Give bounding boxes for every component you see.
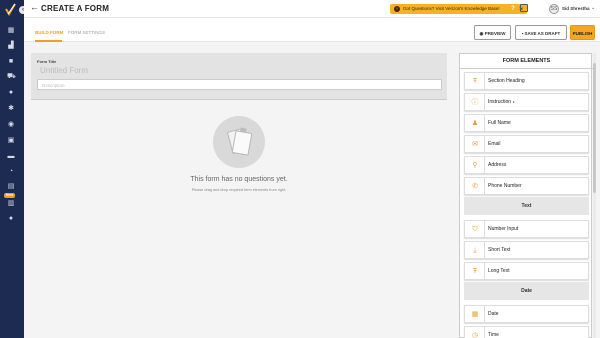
divider xyxy=(484,263,485,280)
empty-state-illustration xyxy=(213,116,265,168)
tab-build-form[interactable]: BUILD FORM xyxy=(35,30,63,35)
save-draft-label: SAVE AS DRAFT xyxy=(524,31,561,36)
publish-button[interactable]: PUBLISH xyxy=(570,25,595,40)
element-full-name[interactable]: ♟ Full Name xyxy=(464,114,589,132)
element-address[interactable]: ⚲ Address xyxy=(464,156,589,174)
divider xyxy=(484,73,485,90)
divider xyxy=(484,178,485,195)
panel-divider xyxy=(460,68,593,69)
element-label: Number Input xyxy=(488,226,519,232)
info-icon: ⓘ xyxy=(471,99,479,106)
calendar-icon: ▦ xyxy=(471,311,479,318)
divider xyxy=(484,115,485,132)
element-label: Full Name xyxy=(488,120,511,126)
settings-icon[interactable]: ✱ xyxy=(7,105,15,112)
form-title-label: Form Title xyxy=(37,59,57,64)
help-question-icon[interactable]: ? xyxy=(509,5,517,13)
preview-button[interactable]: ◉ PREVIEW xyxy=(474,25,511,40)
reports-icon[interactable]: ▟ xyxy=(7,42,15,49)
save-draft-button[interactable]: ▪ SAVE AS DRAFT xyxy=(515,25,567,40)
section-heading-icon: Ŧ xyxy=(472,78,478,85)
phone-icon: ✆ xyxy=(472,183,478,190)
element-email[interactable]: ✉ Email xyxy=(464,135,589,153)
section-date: Date xyxy=(464,282,589,300)
element-label: Time xyxy=(488,332,499,338)
form-title-input[interactable]: Untitled Form xyxy=(40,66,88,75)
element-label: Short Text xyxy=(488,247,511,253)
element-label: Phone Number xyxy=(488,183,522,189)
short-text-icon: ⤓ xyxy=(473,247,477,254)
description-input[interactable]: Description xyxy=(37,79,442,90)
new-badge: New xyxy=(4,193,15,198)
sidebar: ‹ ▦ ▟ ■ ⛟ ● ✱ ◉ ▣ ▬ ◔ ▤ New ▥ ● xyxy=(0,0,27,338)
divider xyxy=(484,94,485,111)
element-label: Section Heading xyxy=(488,78,525,84)
help-icon[interactable]: ● xyxy=(7,215,15,222)
page-title: CREATE A FORM xyxy=(41,4,110,13)
divider xyxy=(484,157,485,174)
location-icon: ⚲ xyxy=(472,162,478,169)
email-icon: ✉ xyxy=(472,141,478,148)
help-circle-icon[interactable]: ● xyxy=(512,100,514,104)
divider xyxy=(484,221,485,238)
panel-title: FORM ELEMENTS xyxy=(502,58,551,64)
clipboard-icon xyxy=(227,127,253,156)
element-label: Address xyxy=(488,162,507,168)
back-arrow-icon[interactable]: ← xyxy=(30,2,39,12)
element-label: Long Text xyxy=(488,268,510,274)
tab-form-settings[interactable]: FORM SETTINGS xyxy=(68,30,105,35)
instruction-text: Instruction xyxy=(488,99,512,105)
divider xyxy=(484,136,485,153)
section-text: Text xyxy=(464,197,589,215)
active-tab-indicator xyxy=(35,40,62,42)
element-long-text[interactable]: Ŧ Long Text xyxy=(464,262,589,280)
tab-bar: BUILD FORM FORM SETTINGS ◉ PREVIEW ▪ SAV… xyxy=(24,18,600,42)
element-label: Instruction ● xyxy=(488,99,515,105)
person-icon: ♟ xyxy=(471,120,479,127)
element-section-heading[interactable]: Ŧ Section Heading xyxy=(464,72,589,90)
form-elements-panel: FORM ELEMENTS Ŧ Section Heading ⓘ Instru… xyxy=(459,53,593,338)
element-label: Date xyxy=(488,311,499,317)
calendar-icon[interactable] xyxy=(520,4,528,12)
clock-icon: ◷ xyxy=(471,332,479,338)
contacts-icon[interactable]: ▣ xyxy=(7,137,15,144)
forms-icon[interactable]: ▤ xyxy=(7,183,15,190)
document-icon[interactable]: ▥ xyxy=(7,200,15,207)
top-bar: ← CREATE A FORM ! Got Questions? Visit V… xyxy=(24,0,600,18)
banner-text: Got Questions? Visit Verizon's Knowledge… xyxy=(403,6,500,11)
users-icon[interactable]: ● xyxy=(7,89,15,96)
element-number-input[interactable]: ⛉ Number Input xyxy=(464,220,589,238)
number-icon: ⛉ xyxy=(472,226,478,233)
chat-icon[interactable]: ◉ xyxy=(7,121,15,128)
avatar[interactable]: SS xyxy=(549,4,559,14)
scrollbar-thumb[interactable] xyxy=(593,63,596,193)
user-name[interactable]: Sid Shrestha xyxy=(562,6,590,11)
knowledge-base-banner[interactable]: ! Got Questions? Visit Verizon's Knowled… xyxy=(390,4,527,14)
divider xyxy=(484,327,485,338)
element-short-text[interactable]: ⤓ Short Text xyxy=(464,241,589,259)
app-logo[interactable] xyxy=(4,3,17,16)
element-phone-number[interactable]: ✆ Phone Number xyxy=(464,177,589,195)
element-instruction[interactable]: ⓘ Instruction ● xyxy=(464,93,589,111)
form-header: Form Title Untitled Form Description xyxy=(31,53,447,100)
divider xyxy=(484,242,485,259)
divider xyxy=(484,306,485,323)
element-label: Email xyxy=(488,141,501,147)
long-text-icon: Ŧ xyxy=(472,268,478,275)
folder-icon[interactable]: ■ xyxy=(7,58,15,65)
panel-scrollbar[interactable] xyxy=(593,53,596,338)
empty-state-subtitle: Please drag and drop required form eleme… xyxy=(191,188,287,192)
preview-label: PREVIEW xyxy=(484,31,506,36)
chevron-down-icon[interactable]: ⌄ xyxy=(591,5,595,11)
cart-icon[interactable]: ⛟ xyxy=(7,73,16,80)
dashboard-icon[interactable]: ▦ xyxy=(7,27,15,34)
info-icon: ! xyxy=(394,6,400,12)
truck-icon[interactable]: ▬ xyxy=(7,153,15,160)
history-icon[interactable]: ◔ xyxy=(7,168,15,175)
element-date[interactable]: ▦ Date xyxy=(464,305,589,323)
empty-state-title: This form has no questions yet. xyxy=(190,176,288,183)
element-time[interactable]: ◷ Time xyxy=(464,326,589,338)
